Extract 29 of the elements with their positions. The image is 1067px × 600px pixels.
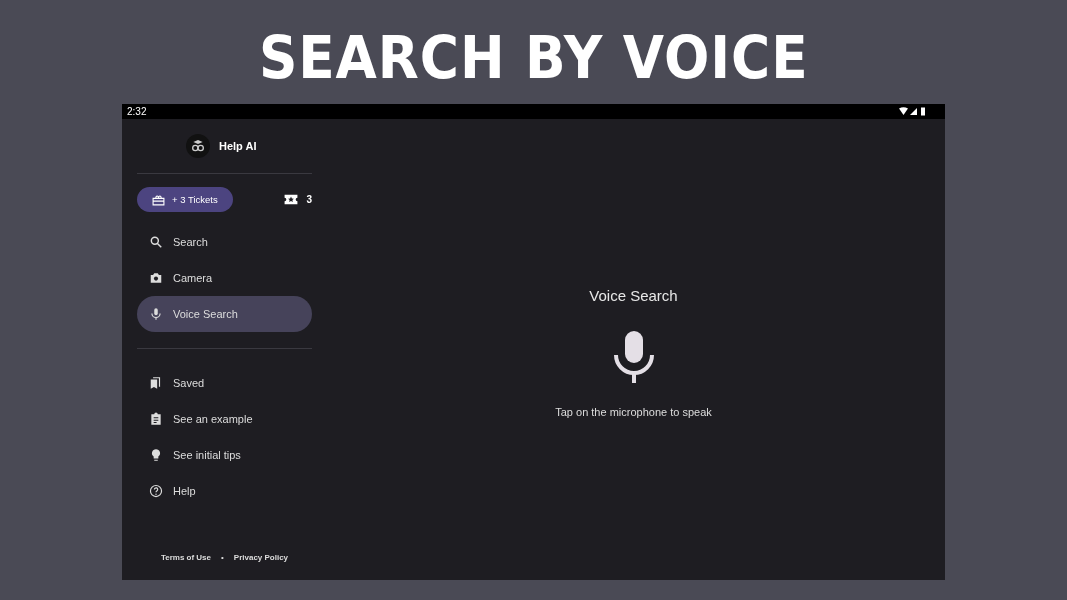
page-title: Voice Search <box>589 287 678 304</box>
headline: SEARCH BY VOICE <box>258 28 809 88</box>
camera-icon <box>149 271 163 285</box>
tickets-button[interactable]: + 3 Tickets <box>137 187 233 212</box>
gift-icon <box>152 193 165 206</box>
microphone-icon <box>149 307 163 321</box>
nav-item[interactable]: Voice Search <box>137 296 312 332</box>
status-time: 2:32 <box>127 106 147 117</box>
bookmarks-icon <box>149 376 163 390</box>
app-name: Help AI <box>219 140 257 152</box>
nav-item[interactable]: See initial tips <box>137 437 312 473</box>
ticket-count: 3 <box>306 194 312 205</box>
clipboard-icon <box>149 412 163 426</box>
nav-item[interactable]: Search <box>137 224 312 260</box>
terms-link[interactable]: Terms of Use <box>160 553 211 562</box>
nav-item[interactable]: Saved <box>137 365 312 401</box>
lightbulb-icon <box>149 448 163 462</box>
status-icons <box>899 107 927 116</box>
help-icon <box>149 484 163 498</box>
privacy-link[interactable]: Privacy Policy <box>233 553 289 562</box>
microphone-button[interactable] <box>613 331 654 386</box>
separator-dot: • <box>221 553 224 562</box>
microphone-hint: Tap on the microphone to speak <box>555 406 712 418</box>
ticket-icon <box>284 194 299 205</box>
search-icon <box>149 235 163 249</box>
owl-logo-icon <box>186 134 210 158</box>
nav-item[interactable]: See an example <box>137 401 312 437</box>
nav-item[interactable]: Help <box>137 473 312 509</box>
nav-item[interactable]: Camera <box>137 260 312 296</box>
